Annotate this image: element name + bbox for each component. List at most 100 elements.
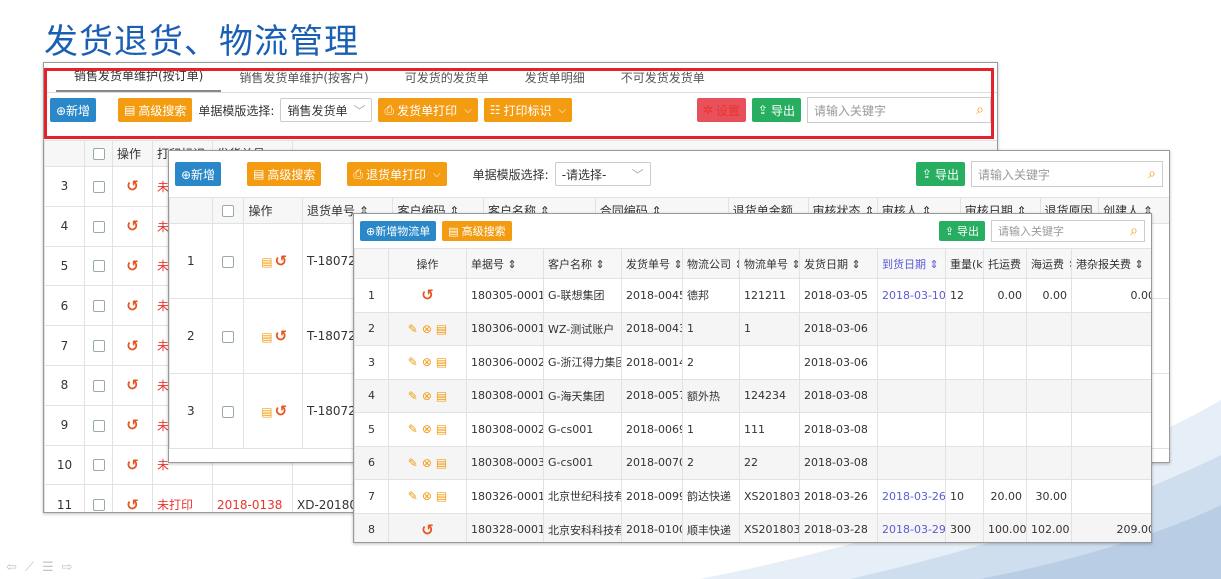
cell-fee3	[1071, 445, 1151, 480]
undo-icon[interactable]: ↺	[421, 286, 434, 304]
undo-icon[interactable]: ↺	[275, 402, 288, 420]
tab-by-order[interactable]: 销售发货单维护(按订单)	[56, 67, 222, 92]
row-checkbox[interactable]	[84, 444, 113, 486]
tab-shippable[interactable]: 可发货的发货单	[387, 69, 507, 92]
settings-button[interactable]: ✲ 设置	[696, 98, 746, 122]
document-icon[interactable]: ▤	[436, 355, 447, 369]
search-input[interactable]: 请输入关键字 ⌕	[971, 161, 1163, 187]
advanced-search-button[interactable]: ▤ 高级搜索	[118, 98, 193, 122]
document-icon[interactable]: ▤	[436, 389, 447, 403]
undo-icon[interactable]: ↺	[275, 252, 288, 270]
add-button[interactable]: ⊕新增	[50, 98, 97, 122]
template-select[interactable]: -请选择- ﹀	[554, 162, 651, 186]
col-header[interactable]: 物流单号 ⇕	[739, 248, 800, 279]
edit-icon[interactable]: ✎	[408, 422, 418, 436]
col-header[interactable]: 港杂报关费 ⇕	[1071, 248, 1151, 279]
cell-ship: 2018-0070	[621, 445, 683, 480]
print-return-button[interactable]: ⎙ 退货单打印 ⌵	[347, 162, 447, 186]
cell-ship: 2018-0057	[621, 378, 683, 413]
row-checkbox[interactable]	[84, 285, 113, 327]
table-row[interactable]: 3 ✎ ⊗ ▤ 180306-0002 G-浙江得力集团 2018-0014 2 2018-03…	[354, 345, 1151, 380]
pen-icon[interactable]: ⟋	[25, 560, 34, 575]
col-header[interactable]: 发货单号 ⇕	[621, 248, 683, 279]
table-row[interactable]: 4 ✎ ⊗ ▤ 180308-0001 G-海天集团 2018-0057 额外热 124234 2…	[354, 378, 1151, 413]
document-icon[interactable]: ▤	[261, 330, 272, 344]
document-icon[interactable]: ▤	[436, 322, 447, 336]
col-header[interactable]: 单据号 ⇕	[466, 248, 544, 279]
table-row[interactable]: 1 ↺ 180305-0001 G-联想集团 2018-0045 德邦 121211 2018…	[354, 278, 1151, 313]
undo-icon[interactable]: ↺	[275, 327, 288, 345]
col-header[interactable]: 托运费 ⇕	[983, 248, 1027, 279]
row-checkbox[interactable]	[84, 404, 113, 446]
row-checkbox[interactable]	[211, 373, 245, 449]
table-row[interactable]: 6 ✎ ⊗ ▤ 180308-0003 G-cs001 2018-0070 2 22 2018-0…	[354, 445, 1151, 480]
export-button[interactable]: ⇪ 导出	[938, 221, 985, 241]
document-icon[interactable]: ▤	[261, 255, 272, 269]
col-header[interactable]: 发货日期 ⇕	[799, 248, 878, 279]
undo-icon[interactable]: ↺	[112, 205, 153, 247]
col-header[interactable]: 物流公司 ⇕	[682, 248, 740, 279]
advanced-search-button[interactable]: ▤ 高级搜索	[247, 162, 322, 186]
search-input[interactable]: 请输入关键字 ⌕	[991, 220, 1145, 242]
table-row[interactable]: 2 ✎ ⊗ ▤ 180306-0001 WZ-测试账户 2018-0043 1 1 2018-03…	[354, 311, 1151, 346]
undo-icon[interactable]: ↺	[112, 285, 153, 327]
row-checkbox[interactable]	[84, 166, 113, 207]
col-header[interactable]: 客户名称 ⇕	[543, 248, 622, 279]
edit-icon[interactable]: ✎	[408, 389, 418, 403]
row-checkbox[interactable]	[211, 298, 245, 374]
col-header[interactable]: 重量(kg)	[945, 248, 984, 279]
delete-icon[interactable]: ⊗	[422, 422, 432, 436]
menu-icon[interactable]: ☰	[42, 560, 54, 575]
undo-icon[interactable]: ↺	[112, 325, 153, 366]
row-checkbox[interactable]	[84, 484, 113, 512]
document-icon[interactable]: ▤	[261, 405, 272, 419]
delete-icon[interactable]: ⊗	[422, 389, 432, 403]
add-logistics-button[interactable]: ⊕新增物流单	[360, 221, 437, 241]
delete-icon[interactable]: ⊗	[422, 355, 432, 369]
undo-icon[interactable]: ↺	[421, 521, 434, 539]
edit-icon[interactable]: ✎	[408, 322, 418, 336]
col-header[interactable]: 海运费 ⇕	[1026, 248, 1072, 279]
print-mark-button[interactable]: ☷ 打印标识 ⌵	[483, 98, 573, 122]
document-icon[interactable]: ▤	[436, 422, 447, 436]
undo-icon[interactable]: ↺	[112, 404, 153, 446]
undo-icon[interactable]: ↺	[112, 484, 153, 512]
undo-icon[interactable]: ↺	[112, 444, 153, 486]
add-button[interactable]: ⊕新增	[175, 162, 222, 186]
prev-icon[interactable]: ⇦	[6, 560, 17, 575]
export-button[interactable]: ⇪ 导出	[751, 98, 801, 122]
row-checkbox[interactable]	[84, 245, 113, 287]
tab-by-customer[interactable]: 销售发货单维护(按客户)	[221, 69, 386, 92]
undo-icon[interactable]: ↺	[112, 166, 153, 207]
cell-fee3: 0.00	[1071, 278, 1151, 313]
row-checkbox[interactable]	[211, 223, 245, 299]
tab-shipment-detail[interactable]: 发货单明细	[507, 69, 603, 92]
edit-icon[interactable]: ✎	[408, 456, 418, 470]
table-row[interactable]: 8 ↺ 180328-0001北京安科科技有限2018-0100顺丰快递XS2018…	[354, 512, 1151, 542]
table-row[interactable]: 5 ✎ ⊗ ▤ 180308-0002 G-cs001 2018-0069 1 111 2018-…	[354, 412, 1151, 447]
next-icon[interactable]: ⇨	[62, 560, 73, 575]
delete-icon[interactable]: ⊗	[422, 489, 432, 503]
edit-icon[interactable]: ✎	[408, 355, 418, 369]
document-icon[interactable]: ▤	[436, 489, 447, 503]
export-button[interactable]: ⇪ 导出	[915, 162, 965, 186]
row-checkbox[interactable]	[84, 364, 113, 406]
col-header[interactable]: 到货日期 ⇕	[877, 248, 946, 279]
advanced-search-button[interactable]: ▤ 高级搜索	[442, 221, 512, 241]
delete-icon[interactable]: ⊗	[422, 456, 432, 470]
print-shipment-button[interactable]: ⎙ 发货单打印 ⌵	[378, 98, 478, 122]
tab-not-shippable[interactable]: 不可发货发货单	[603, 69, 723, 92]
select-all-checkbox[interactable]	[84, 140, 113, 167]
document-icon[interactable]: ▤	[436, 456, 447, 470]
template-select[interactable]: 销售发货单 ﹀	[280, 98, 373, 122]
delete-icon[interactable]: ⊗	[422, 322, 432, 336]
undo-icon[interactable]: ↺	[112, 364, 153, 406]
table-row[interactable]: 7 ✎ ⊗ ▤ 180326-0001北京世纪科技有限2018-0099韵达快递XS20…	[354, 479, 1151, 514]
search-input[interactable]: 请输入关键字 ⌕	[807, 97, 991, 123]
undo-icon[interactable]: ↺	[112, 245, 153, 287]
list-icon: ☷	[489, 103, 501, 117]
select-all-checkbox[interactable]	[211, 197, 245, 224]
edit-icon[interactable]: ✎	[408, 489, 418, 503]
row-checkbox[interactable]	[84, 205, 113, 247]
row-checkbox[interactable]	[84, 325, 113, 366]
